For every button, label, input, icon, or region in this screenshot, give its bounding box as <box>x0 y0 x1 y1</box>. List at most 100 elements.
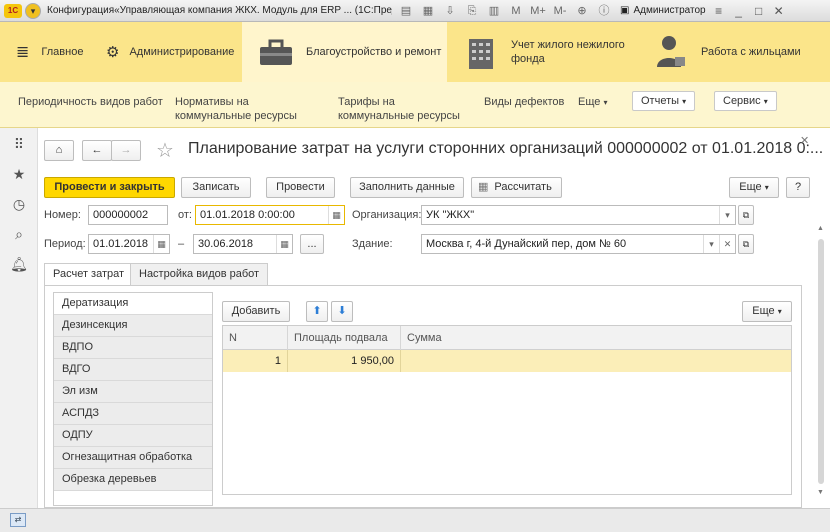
search-icon[interactable]: ⌕ <box>0 226 38 243</box>
user-icon: ▣ <box>620 5 630 16</box>
chevron-down-icon[interactable]: ▾ <box>703 235 719 253</box>
save-icon[interactable]: ⇩ <box>442 3 458 19</box>
grid-icon[interactable]: ⠿ <box>0 136 38 153</box>
bell-icon[interactable]: 🔔︎ <box>0 256 38 273</box>
cell-sum[interactable] <box>401 350 791 372</box>
more-button[interactable]: Еще ▾ <box>729 177 779 198</box>
section-label: Учет жилого нежилого фонда <box>511 39 625 65</box>
organization-field[interactable]: УК "ЖКХ" ▾ <box>421 205 736 225</box>
reports-button[interactable]: Отчеты ▾ <box>632 91 696 111</box>
form-close-icon[interactable]: ✕ <box>800 134 809 147</box>
post-button[interactable]: Провести <box>266 177 335 198</box>
section-label: Главное <box>41 46 84 58</box>
period-start-value: 01.01.2018 <box>93 238 149 250</box>
date-field[interactable]: 01.01.2018 0:00:00 ▦ <box>195 205 345 225</box>
list-item[interactable]: ОДПУ <box>54 425 212 447</box>
column-sum[interactable]: Сумма <box>401 326 791 350</box>
column-n[interactable]: N <box>223 326 288 350</box>
toolbox-icon <box>256 32 296 72</box>
section-label: Благоустройство и ремонт <box>306 46 442 58</box>
move-up-button[interactable]: ⬆ <box>306 301 328 322</box>
tab-work-types-settings[interactable]: Настройка видов работ <box>130 263 269 285</box>
minimize-icon[interactable]: _ <box>732 4 746 18</box>
calendar-icon[interactable]: ▦ <box>276 235 292 253</box>
list-item[interactable]: Обрезка деревьев <box>54 469 212 491</box>
link-periodicity[interactable]: Периодичность видов работ <box>18 95 163 109</box>
scroll-thumb[interactable] <box>818 239 824 484</box>
memory-sub-icon[interactable]: M- <box>552 3 568 19</box>
zoom-icon[interactable]: ⊕ <box>574 3 590 19</box>
print-icon[interactable]: ▤ <box>398 3 414 19</box>
main-menu-icon[interactable]: ▾ <box>25 2 41 19</box>
list-item[interactable]: Эл изм <box>54 381 212 403</box>
memory-icon[interactable]: M <box>508 3 524 19</box>
scroll-down-icon[interactable]: ▼ <box>817 489 824 496</box>
star-icon[interactable]: ★ <box>0 166 38 183</box>
section-maintenance[interactable]: Благоустройство и ремонт <box>242 22 447 82</box>
back-button[interactable]: ← <box>82 140 112 161</box>
post-and-close-button[interactable]: Провести и закрыть <box>44 177 175 198</box>
save-button[interactable]: Записать <box>181 177 251 198</box>
link-defects[interactable]: Виды дефектов <box>484 95 564 109</box>
period-start-field[interactable]: 01.01.2018 ▦ <box>88 234 170 254</box>
column-basement-area[interactable]: Площадь подвала <box>288 326 401 350</box>
list-item[interactable]: ВДПО <box>54 337 212 359</box>
list-item[interactable]: Огнезащитная обработка <box>54 447 212 469</box>
calendar-icon[interactable]: ▥ <box>486 3 502 19</box>
user-menu[interactable]: ▣ Администратор <box>620 5 706 16</box>
attach-icon[interactable]: ⎘ <box>464 3 480 19</box>
open-building-button[interactable]: ⧉ <box>738 234 754 254</box>
cell-n[interactable]: 1 <box>223 350 288 372</box>
calendar-icon[interactable]: ▦ <box>328 206 344 224</box>
section-residents[interactable]: Работа с жильцами <box>637 22 830 82</box>
move-down-button[interactable]: ⬇ <box>331 301 353 322</box>
period-end-field[interactable]: 30.06.2018 ▦ <box>193 234 293 254</box>
tab-cost-calculation[interactable]: Расчет затрат <box>44 263 134 286</box>
section-admin[interactable]: ⚙ Администрирование <box>102 22 242 82</box>
fill-data-button[interactable]: Заполнить данные <box>350 177 464 198</box>
clear-icon[interactable]: ✕ <box>719 235 735 253</box>
help-button[interactable]: ? <box>786 177 810 198</box>
user-name: Администратор <box>633 5 706 16</box>
form-scrollbar[interactable]: ▲ ▼ <box>816 225 826 500</box>
calendar-icon[interactable]: ▦ <box>153 235 169 253</box>
settings-menu-icon[interactable]: ≡ <box>712 4 726 18</box>
history-icon[interactable]: ◷ <box>0 196 38 213</box>
add-row-button[interactable]: Добавить <box>222 301 290 322</box>
link-norms[interactable]: Нормативы на коммунальные ресурсы <box>175 95 325 123</box>
maximize-icon[interactable]: □ <box>752 4 766 18</box>
organization-value: УК "ЖКХ" <box>426 209 475 221</box>
section-main[interactable]: ≣ Главное <box>0 22 102 82</box>
arrow-left-icon: ← <box>91 144 103 156</box>
cell-basement-area[interactable]: 1 950,00 <box>288 350 401 372</box>
memory-add-icon[interactable]: M+ <box>530 3 546 19</box>
window-titlebar: 1С ▾ Конфигурация«Управляющая компания Ж… <box>0 0 830 22</box>
info-icon[interactable]: ⓘ <box>596 3 612 19</box>
chevron-down-icon[interactable]: ▾ <box>719 206 735 224</box>
number-field[interactable]: 000000002 <box>88 205 168 225</box>
forward-button[interactable]: → <box>111 140 141 161</box>
favorite-star-icon[interactable]: ☆ <box>156 138 174 163</box>
section-housing-fund[interactable]: Учет жилого нежилого фонда <box>447 22 637 82</box>
arrow-down-icon: ⬇ <box>337 305 347 317</box>
list-item[interactable]: ВДГО <box>54 359 212 381</box>
link-tariffs[interactable]: Тарифы на коммунальные ресурсы <box>338 95 473 123</box>
more-menu[interactable]: Еще ▾ <box>578 95 607 110</box>
preview-icon[interactable]: ▦ <box>420 3 436 19</box>
table-row[interactable]: 1 1 950,00 <box>223 350 791 372</box>
menu-icon: ≣ <box>16 44 30 61</box>
period-select-button[interactable]: ... <box>300 234 324 254</box>
home-button[interactable]: ⌂ <box>44 140 74 161</box>
table-more-button[interactable]: Еще ▾ <box>742 301 792 322</box>
close-icon[interactable]: ✕ <box>772 4 786 18</box>
calculate-button[interactable]: ▦ Рассчитать <box>471 177 562 198</box>
list-item[interactable]: АСПДЗ <box>54 403 212 425</box>
list-item[interactable]: Дезинсекция <box>54 315 212 337</box>
left-panel: ⠿ ★ ◷ ⌕ 🔔︎ <box>0 128 38 508</box>
open-organization-button[interactable]: ⧉ <box>738 205 754 225</box>
list-item[interactable]: Дератизация <box>54 293 212 315</box>
scroll-up-icon[interactable]: ▲ <box>817 225 824 232</box>
building-field[interactable]: Москва г, 4-й Дунайский пер, дом № 60 ▾ … <box>421 234 736 254</box>
windows-panel-icon[interactable]: ⇄ <box>10 513 26 527</box>
service-button[interactable]: Сервис ▾ <box>714 91 777 111</box>
